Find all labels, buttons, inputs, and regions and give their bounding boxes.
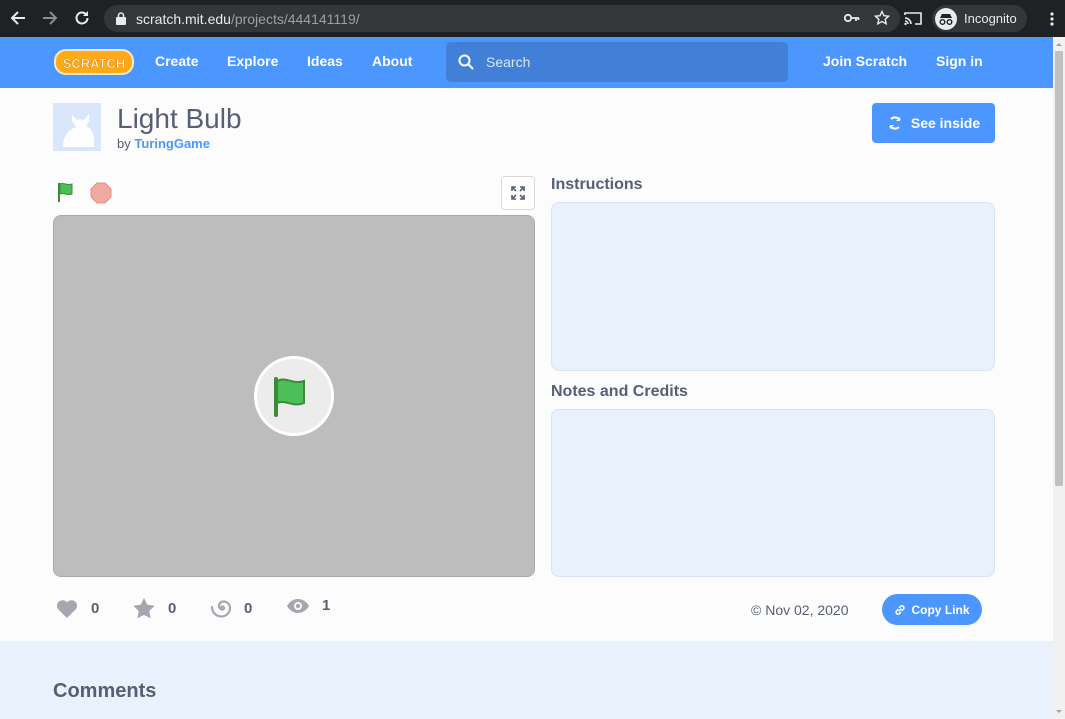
favorites-count: 0 [168, 600, 177, 617]
green-flag-icon [58, 182, 73, 202]
star-icon [133, 598, 155, 619]
remix-swirl-icon [210, 600, 232, 618]
project-title: Light Bulb [117, 103, 242, 134]
star-bookmark-icon[interactable] [874, 10, 890, 26]
start-overlay-button[interactable] [254, 356, 334, 436]
heart-icon [56, 600, 78, 618]
svg-text:SCRATCH: SCRATCH [63, 56, 126, 71]
browser-toolbar: scratch.mit.edu/projects/444141119/ Inco… [0, 0, 1065, 37]
forward-arrow-icon [43, 11, 58, 25]
views-count: 1 [322, 597, 331, 614]
back-arrow-icon [10, 11, 25, 25]
project-byline: by TuringGame [117, 136, 210, 151]
remixes-stat: 0 [210, 597, 252, 619]
scratch-cat-avatar-icon [53, 103, 101, 151]
stop-sign-icon [90, 182, 112, 204]
copy-link-button[interactable]: Copy Link [882, 594, 982, 625]
scroll-up-arrow-icon[interactable] [1053, 39, 1065, 49]
see-inside-label: See inside [910, 115, 981, 131]
green-flag-icon [274, 377, 305, 417]
share-date: © Nov 02, 2020 [751, 602, 849, 618]
scratch-logo[interactable]: SCRATCH [54, 47, 134, 77]
scroll-down-arrow-icon[interactable] [1053, 707, 1065, 717]
search-box [446, 42, 788, 82]
author-avatar[interactable] [53, 103, 101, 151]
fullscreen-icon [511, 186, 525, 200]
reload-button[interactable] [66, 2, 98, 34]
comments-section: Comments [0, 641, 1053, 719]
see-inside-icon [889, 116, 901, 130]
search-input[interactable] [486, 42, 776, 82]
scrollbar-thumb[interactable] [1055, 51, 1063, 486]
search-icon [458, 54, 474, 70]
instructions-box[interactable] [551, 202, 995, 371]
fullscreen-button[interactable] [501, 176, 535, 210]
author-link[interactable]: TuringGame [134, 136, 210, 151]
incognito-badge[interactable]: Incognito [932, 5, 1027, 32]
loves-stat[interactable]: 0 [55, 597, 99, 619]
views-stat: 1 [286, 597, 330, 614]
address-bar[interactable]: scratch.mit.edu/projects/444141119/ [104, 5, 900, 32]
loves-count: 0 [91, 599, 100, 617]
nav-explore[interactable]: Explore [227, 53, 278, 69]
page-scrollbar[interactable] [1053, 37, 1065, 719]
instructions-heading: Instructions [551, 176, 643, 193]
notes-heading: Notes and Credits [551, 383, 688, 400]
forward-button[interactable] [34, 2, 66, 34]
copy-link-label: Copy Link [911, 602, 970, 617]
project-stage[interactable] [53, 215, 535, 577]
join-scratch-link[interactable]: Join Scratch [823, 53, 907, 69]
cast-icon[interactable] [904, 11, 922, 26]
eye-icon [287, 598, 309, 613]
nav-about[interactable]: About [372, 53, 412, 69]
by-label: by [117, 136, 131, 151]
back-button[interactable] [2, 2, 34, 34]
notes-box[interactable] [551, 409, 995, 577]
url-path: /projects/444141119/ [230, 10, 360, 27]
lock-icon [116, 12, 126, 25]
remixes-count: 0 [244, 599, 253, 617]
green-flag-button[interactable] [57, 181, 79, 208]
reload-icon [75, 11, 89, 25]
nav-ideas[interactable]: Ideas [307, 53, 343, 69]
comments-heading: Comments [53, 680, 157, 702]
kebab-menu-icon[interactable] [1045, 11, 1059, 27]
site-header: SCRATCH Create Explore Ideas About Join … [0, 37, 1053, 88]
nav-create[interactable]: Create [155, 53, 199, 69]
key-icon[interactable] [844, 13, 860, 23]
url-host: scratch.mit.edu [136, 10, 231, 27]
incognito-icon [935, 7, 957, 30]
incognito-label: Incognito [964, 11, 1017, 26]
see-inside-button[interactable]: See inside [872, 103, 995, 143]
link-icon [895, 604, 906, 615]
favorites-stat[interactable]: 0 [132, 597, 176, 620]
sign-in-link[interactable]: Sign in [936, 53, 983, 69]
stop-button[interactable] [90, 182, 112, 209]
